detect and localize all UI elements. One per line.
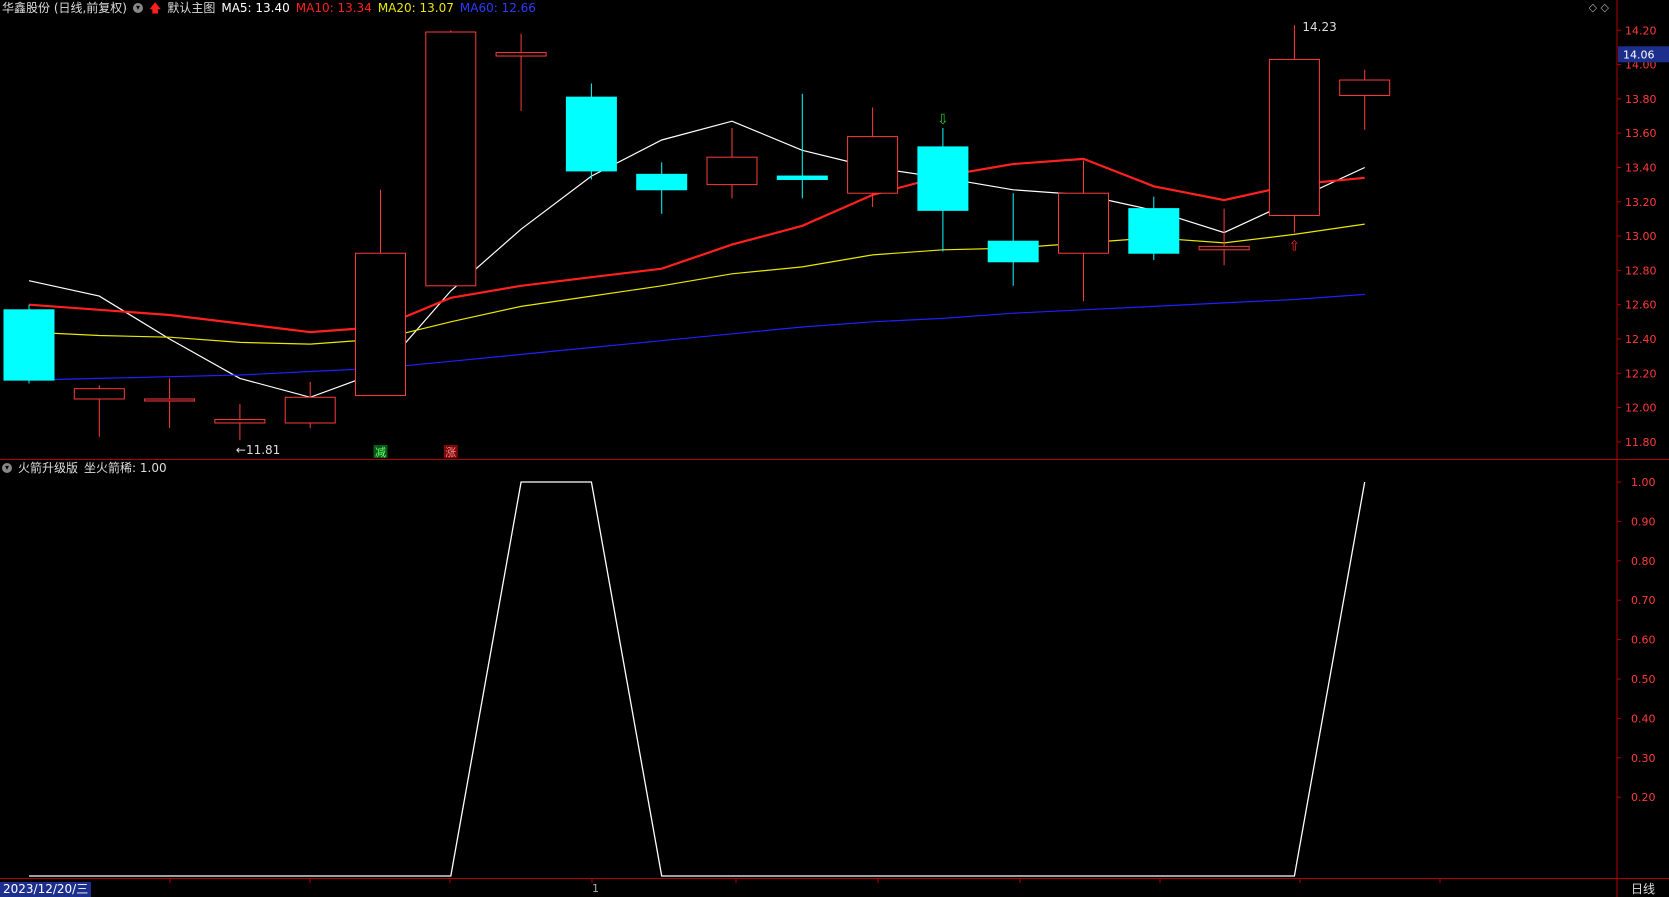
indicator-tick-label: 0.80 <box>1631 555 1656 568</box>
price-tick-label: 12.40 <box>1625 333 1657 346</box>
indicator-tick-label: 0.30 <box>1631 752 1656 765</box>
price-tick-label: 13.20 <box>1625 196 1657 209</box>
candle <box>776 93 828 199</box>
indicator-tick-label: 0.40 <box>1631 712 1656 725</box>
candle <box>284 381 336 429</box>
indicator-series-line <box>29 481 1366 877</box>
period-selector[interactable]: 日线 <box>1617 881 1669 897</box>
price-tick-label: 13.60 <box>1625 127 1657 140</box>
ma20-label: MA20: 13.07 <box>377 1 454 15</box>
candle-body <box>284 396 336 424</box>
ma5-label: MA5: 13.40 <box>221 1 290 15</box>
price-tick-label: 13.40 <box>1625 161 1657 174</box>
candle <box>917 128 969 252</box>
candle <box>1198 208 1250 266</box>
current-date: 2023/12/20/三 <box>0 882 92 897</box>
indicator-tick-label: 0.70 <box>1631 594 1656 607</box>
candle-body <box>1128 208 1180 254</box>
price-tick-label: 12.60 <box>1625 299 1657 312</box>
chart-canvas[interactable]: 14.2014.0013.8013.6013.4013.2013.0012.80… <box>0 0 1669 897</box>
sell-arrow: ⇩ <box>937 112 949 128</box>
price-tick-label: 12.00 <box>1625 402 1657 415</box>
ma-line-ma5 <box>28 120 1365 398</box>
candle <box>847 107 899 207</box>
candle <box>636 162 688 214</box>
candle-body <box>1339 79 1391 96</box>
indicator-line <box>29 481 1366 877</box>
candle-body <box>1268 58 1320 216</box>
main-chart-label[interactable]: 默认主图 <box>167 0 215 16</box>
candle <box>495 33 547 111</box>
moving-average-lines <box>28 120 1365 398</box>
indicator-value: 坐火箭稀: 1.00 <box>84 461 167 475</box>
candle <box>706 128 758 199</box>
indicator-tick-label: 0.90 <box>1631 515 1656 528</box>
collapse-icon[interactable]: ▾ <box>133 3 143 13</box>
high-price-label: 14.23 <box>1302 20 1336 34</box>
candle-body <box>1198 245 1250 251</box>
candle-body <box>1058 192 1109 254</box>
price-tick-label: 14.20 <box>1625 24 1657 37</box>
candle-body <box>355 252 406 397</box>
candle-body <box>847 136 899 194</box>
candle <box>214 404 266 441</box>
ma60-label: MA60: 12.66 <box>459 1 536 15</box>
time-axis-marker: 1 <box>592 882 599 895</box>
candle-body <box>144 398 196 402</box>
low-price-label: ←11.81 <box>236 443 280 457</box>
current-price-label: 14.06 <box>1623 48 1655 61</box>
candle <box>1339 69 1391 130</box>
buy-arrow: ⇧ <box>1289 239 1301 255</box>
chart-corner-icons[interactable]: ◇ ◇ <box>1589 1 1609 14</box>
candle <box>355 189 406 397</box>
price-tick-label: 12.80 <box>1625 264 1657 277</box>
candle-body <box>495 52 547 57</box>
candle-body <box>987 240 1039 263</box>
indicator-header: ▾ 火箭升级版 坐火箭稀: 1.00 <box>2 460 167 476</box>
candle-body <box>425 31 477 287</box>
candle <box>987 193 1039 286</box>
main-chart-header: 华鑫股份 (日线,前复权) ▾ 🡅 默认主图 MA5: 13.40 MA10: … <box>2 0 536 16</box>
price-tick-label: 13.80 <box>1625 93 1657 106</box>
candle <box>3 304 55 384</box>
indicator-tick-label: 0.20 <box>1631 791 1656 804</box>
candle <box>425 30 477 287</box>
indicator-tick-label: 0.50 <box>1631 673 1656 686</box>
indicator-tick-label: 1.00 <box>1631 476 1656 489</box>
candle <box>73 385 125 437</box>
indicator-collapse-icon[interactable]: ▾ <box>2 463 12 473</box>
candlesticks <box>3 25 1391 441</box>
up-arrow-icon: 🡅 <box>149 1 162 15</box>
ma-line-ma60 <box>28 293 1365 381</box>
candle-body <box>73 388 125 400</box>
indicator-tick-label: 0.60 <box>1631 634 1656 647</box>
candle <box>1058 160 1109 302</box>
candle-body <box>917 146 969 211</box>
price-tick-label: 13.00 <box>1625 230 1657 243</box>
price-tick-label: 11.80 <box>1625 436 1657 449</box>
candle-body <box>706 156 758 186</box>
candle-body <box>636 173 688 191</box>
candle <box>565 83 617 180</box>
candle <box>1268 25 1320 233</box>
candle-body <box>565 96 617 172</box>
signal-badge-label: 涨 <box>445 446 456 459</box>
ma10-label: MA10: 13.34 <box>295 1 372 15</box>
indicator-name[interactable]: 火箭升级版 <box>18 460 78 476</box>
stock-title[interactable]: 华鑫股份 (日线,前复权) <box>2 0 127 16</box>
signal-badge-label: 减 <box>375 446 386 459</box>
price-tick-label: 12.20 <box>1625 367 1657 380</box>
indicator-axis: 1.00 0.90 0.80 0.70 0.60 0.50 0.40 0.30 0.20 <box>1617 476 1656 804</box>
main-price-axis: 14.2014.0013.8013.6013.4013.2013.0012.80… <box>1617 24 1669 449</box>
candle <box>144 378 196 429</box>
candle-body <box>776 175 828 180</box>
candle-body <box>214 419 266 424</box>
candle-body <box>3 309 55 381</box>
